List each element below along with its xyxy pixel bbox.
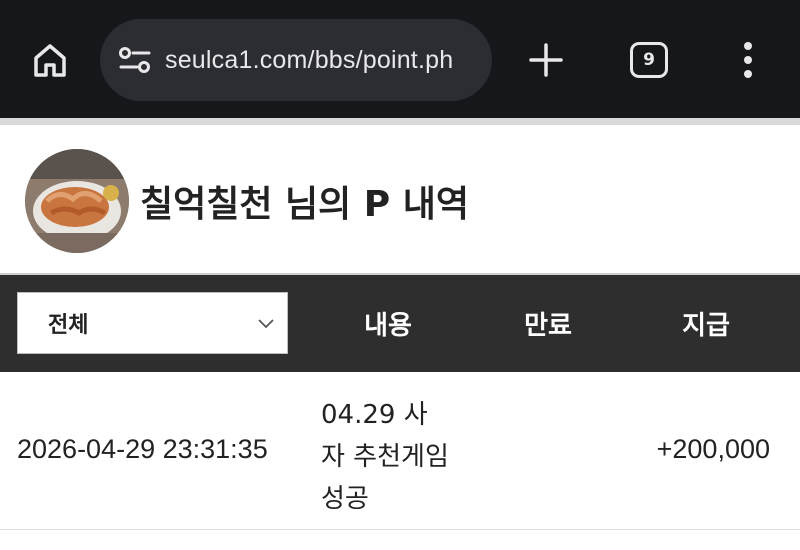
- address-bar[interactable]: seulca1.com/bbs/point.ph: [100, 19, 492, 101]
- tab-switcher-button[interactable]: 9: [630, 42, 668, 78]
- more-vert-icon: [744, 42, 752, 78]
- table-row: 2026-04-29 23:31:35 04.29 사자 추천게임 성공 +20…: [0, 372, 800, 530]
- new-tab-button[interactable]: [524, 38, 568, 82]
- table-header: 전체 내용 만료 지급: [0, 275, 800, 372]
- url-text[interactable]: seulca1.com/bbs/point.ph: [165, 46, 453, 75]
- filter-select[interactable]: 전체: [17, 292, 288, 354]
- tune-icon: [119, 47, 151, 73]
- column-header-content: 내용: [364, 311, 412, 341]
- profile-header: 칠억칠천 님의 P 내역: [0, 125, 800, 273]
- toolbar-divider: [0, 118, 800, 125]
- tab-count-label: 9: [643, 50, 655, 70]
- table-bottom-area: [0, 531, 800, 550]
- row-content: 04.29 사자 추천게임 성공: [321, 400, 449, 514]
- column-header-paid: 지급: [682, 311, 730, 341]
- filter-select-value: 전체: [48, 313, 89, 338]
- avatar-image: [25, 149, 129, 253]
- plus-icon: [529, 43, 563, 77]
- home-button[interactable]: [28, 38, 72, 82]
- browser-menu-button[interactable]: [732, 38, 764, 82]
- column-header-expire: 만료: [524, 311, 572, 341]
- row-date: 2026-04-29 23:31:35: [17, 434, 268, 464]
- home-icon: [34, 44, 66, 77]
- row-paid-amount: +200,000: [656, 434, 770, 464]
- chevron-down-icon: [258, 319, 274, 329]
- site-settings-button[interactable]: [117, 42, 153, 78]
- avatar[interactable]: [25, 149, 129, 253]
- browser-toolbar: seulca1.com/bbs/point.ph 9: [0, 0, 800, 118]
- page-title: 칠억칠천 님의 P 내역: [140, 184, 469, 225]
